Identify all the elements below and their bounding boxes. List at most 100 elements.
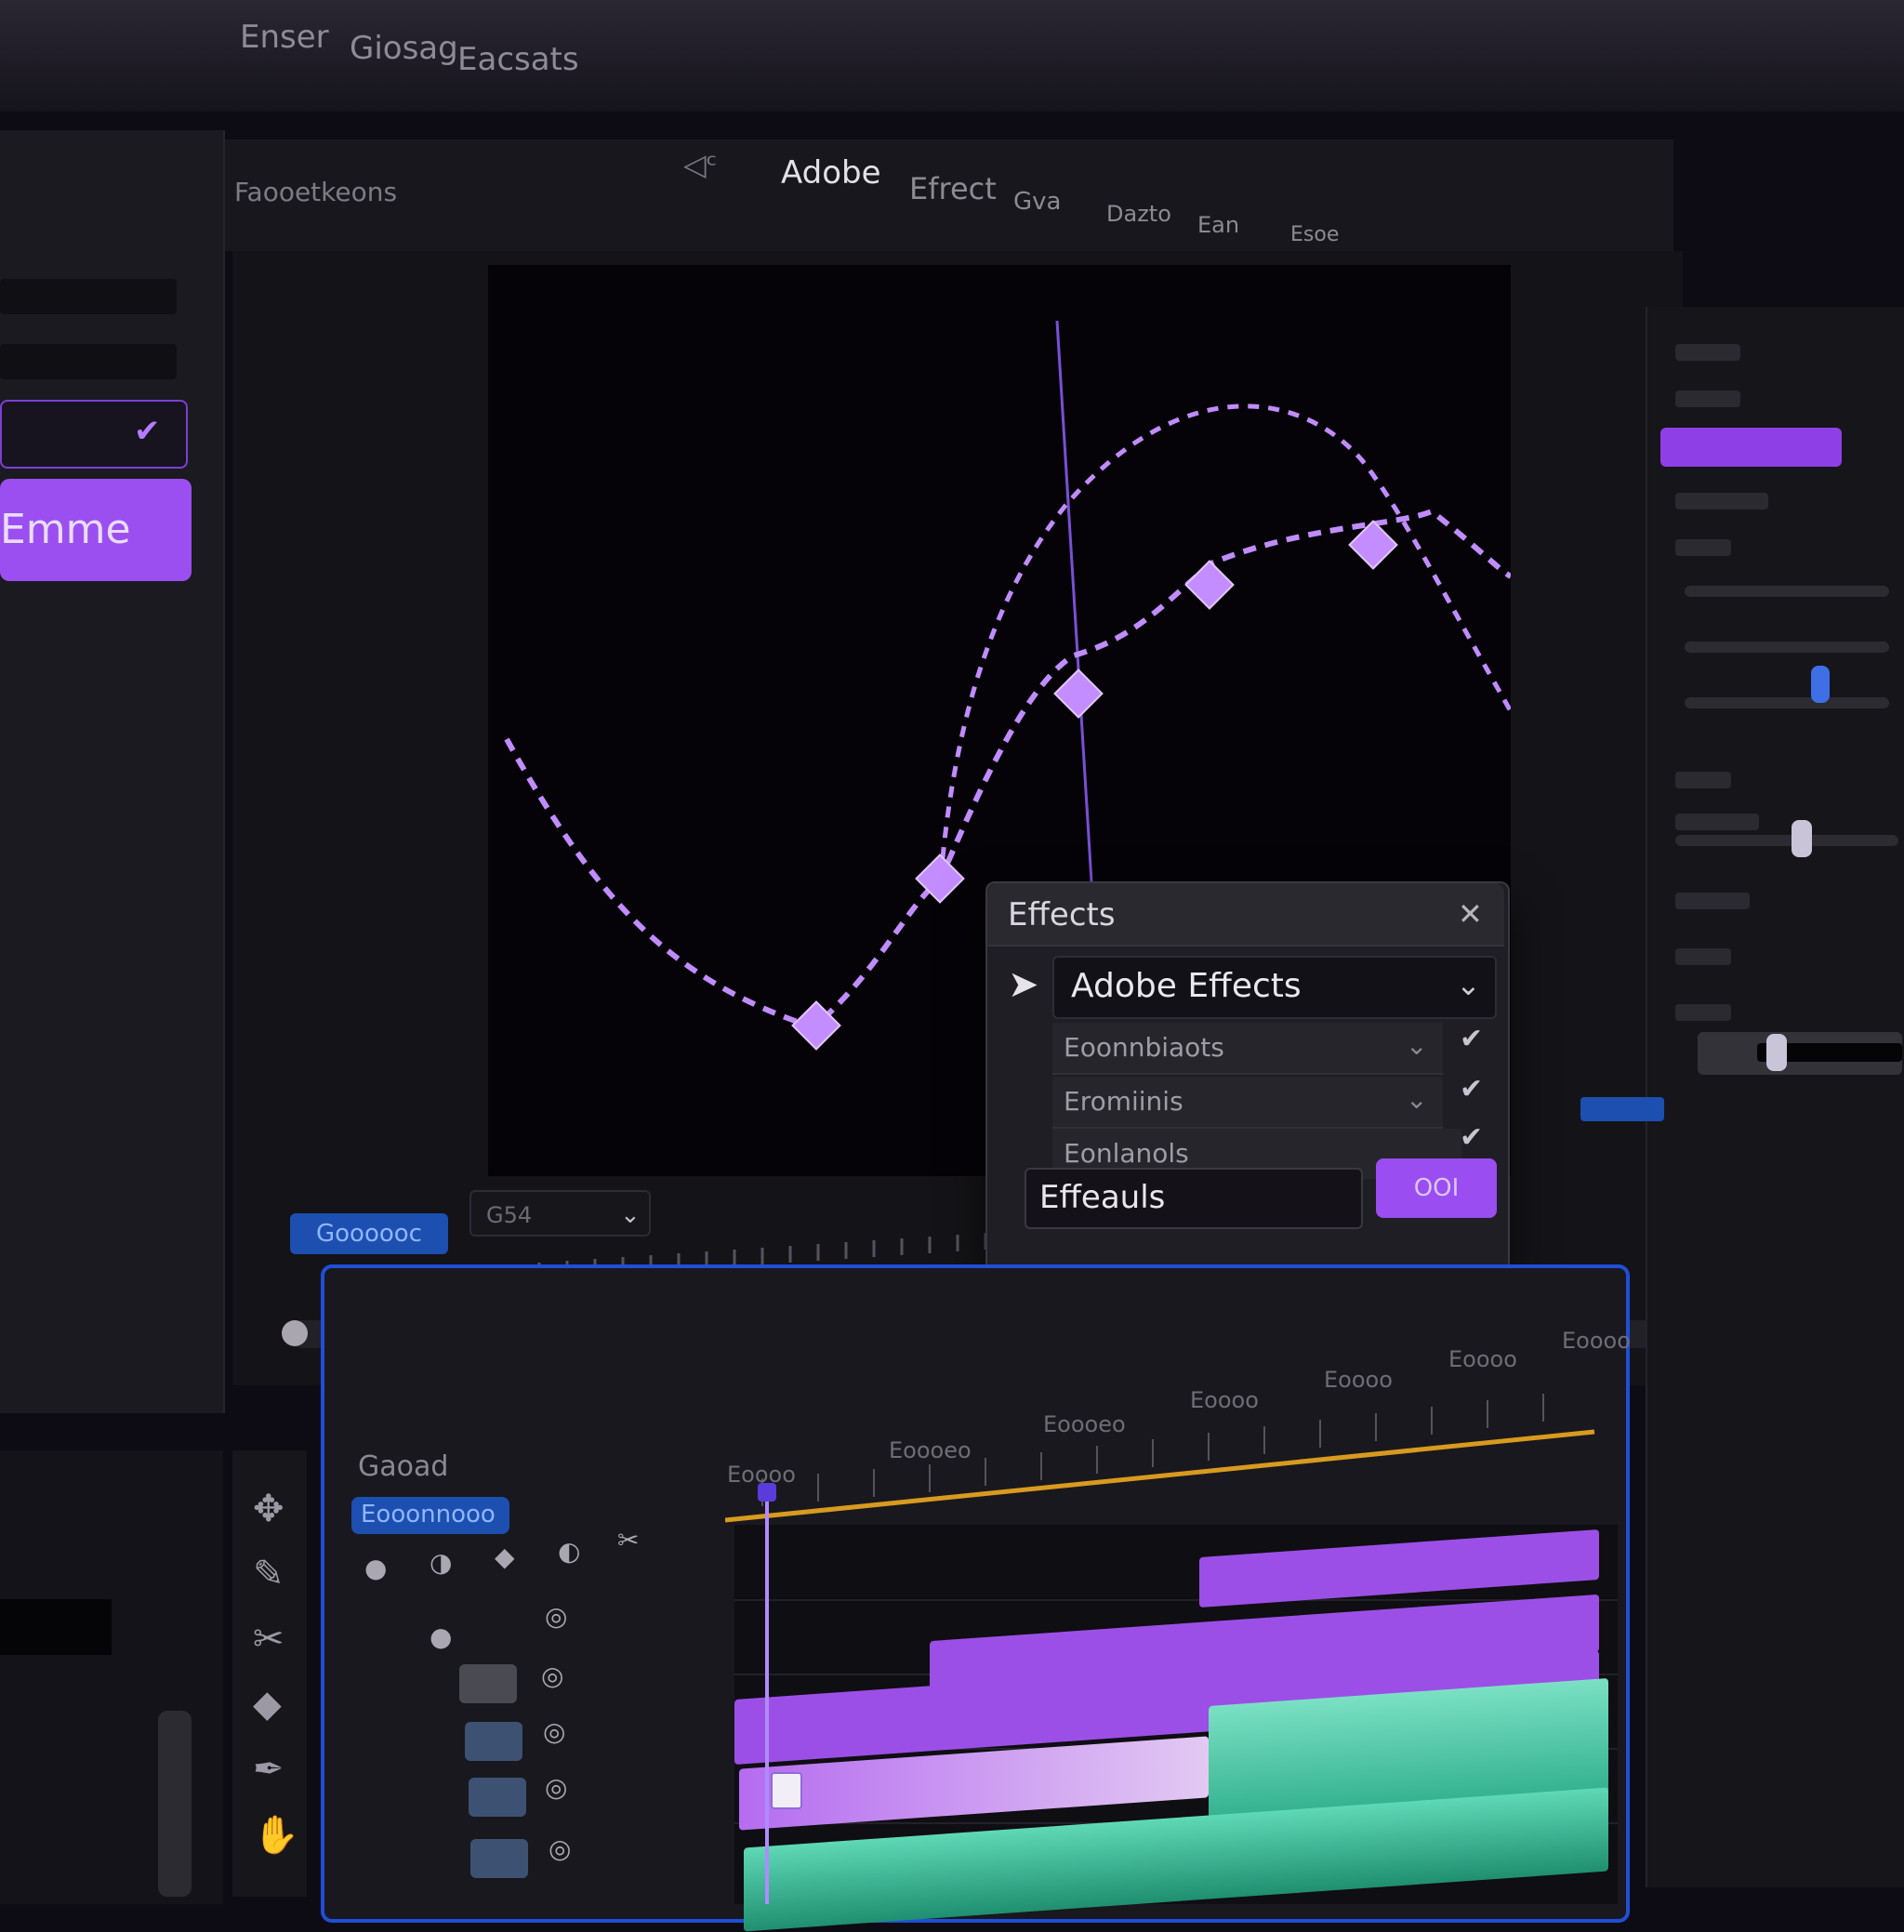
track-eye-icon[interactable]: ◎: [545, 1601, 567, 1632]
toolbar-tab-gva[interactable]: Gva: [1013, 188, 1061, 216]
property-slider[interactable]: [1685, 697, 1889, 708]
keyframe-marker: [1053, 668, 1104, 719]
effects-panel: Effects ✕ ➤ Adobe Effects ⌄ Eoonnbiaots …: [985, 881, 1510, 1276]
timecode-display[interactable]: Eooonnooo: [351, 1497, 509, 1534]
left-panel-selected-label: Emme: [0, 506, 131, 553]
add-marker-icon[interactable]: ◆: [495, 1542, 515, 1572]
linked-selection-icon[interactable]: ◑: [430, 1547, 452, 1578]
ruler-label: Eoooeo: [889, 1437, 972, 1463]
sequence-name[interactable]: Gaoad: [358, 1450, 448, 1483]
slider-handle[interactable]: [1811, 666, 1830, 703]
keyframe-marker: [791, 1000, 841, 1051]
toolbar-tab-ean[interactable]: Ean: [1197, 212, 1239, 238]
track-select-tool-icon[interactable]: ✎: [253, 1553, 284, 1595]
ruler-label: Eoooeo: [1043, 1411, 1126, 1437]
wrench-icon[interactable]: ✂: [617, 1525, 639, 1555]
panel-label: [1675, 814, 1759, 830]
track-mute-icon[interactable]: ◎: [549, 1833, 571, 1864]
toolbar-tab-dazto[interactable]: Dazto: [1106, 201, 1171, 227]
project-scrollbar[interactable]: [158, 1711, 192, 1897]
panel-label: [1675, 390, 1740, 407]
timecode-value: Eooonnooo: [361, 1501, 496, 1528]
track-header[interactable]: [465, 1722, 522, 1761]
chevron-down-icon: ⌄: [1456, 967, 1481, 1002]
project-panel: [0, 1450, 223, 1904]
panel-label: [1675, 539, 1731, 556]
zoom-badge[interactable]: Goooooc: [290, 1213, 448, 1254]
app-logo-text: Faooetkeons: [234, 177, 398, 207]
menu-item-enser[interactable]: Enser: [240, 19, 329, 56]
clip-trim-handle[interactable]: [771, 1772, 802, 1809]
panel-label: [1675, 893, 1750, 909]
track-mute-icon[interactable]: ◎: [545, 1772, 567, 1803]
slider-handle[interactable]: [1766, 1034, 1787, 1071]
project-thumbnail[interactable]: [0, 1599, 112, 1655]
track-eye-icon[interactable]: ◎: [541, 1661, 563, 1691]
effects-panel-title: Effects: [1008, 896, 1116, 933]
toolbar-tab-adobe[interactable]: Adobe: [781, 154, 881, 192]
menu-item-giosag[interactable]: Giosag: [350, 30, 458, 67]
snap-icon[interactable]: ●: [364, 1553, 387, 1583]
ruler-label: Eoooo: [1448, 1346, 1517, 1372]
playhead[interactable]: [765, 1486, 769, 1904]
top-menu: Enser Giosag Eacsats: [0, 0, 1904, 84]
effects-category-select[interactable]: Adobe Effects ⌄: [1052, 956, 1497, 1019]
effects-category-select-value: Adobe Effects: [1071, 967, 1302, 1005]
ruler-label: Eoooo: [1190, 1387, 1259, 1413]
effects-list-item[interactable]: Eoonnbiaots ⌄: [1052, 1023, 1443, 1075]
ripple-edit-tool-icon[interactable]: ✂: [253, 1618, 284, 1661]
menu-item-eacsats[interactable]: Eacsats: [457, 41, 579, 78]
effects-panel-header: Effects ✕: [987, 883, 1504, 946]
selection-tool-icon[interactable]: ✥: [253, 1488, 284, 1530]
track-divider: [734, 1599, 1618, 1601]
track-header[interactable]: [459, 1664, 517, 1703]
track-header[interactable]: [469, 1778, 526, 1817]
back-icon[interactable]: ◁ᶜ: [683, 147, 717, 182]
panel-label: [1675, 493, 1768, 509]
left-panel-dropdown[interactable]: ✔: [0, 400, 188, 469]
chevron-down-icon: ⌄: [1406, 1084, 1428, 1115]
toolbar-tab-efrect[interactable]: Efrect: [909, 171, 997, 206]
timeline-tools: ✥ ✎ ✂ ◆ ✒ ✋: [232, 1450, 307, 1897]
vertical-guide-line: [1055, 320, 1094, 898]
viewer-scrub-handle[interactable]: [282, 1320, 308, 1346]
motion-path-inner: [938, 404, 1511, 880]
panel-label: [1675, 772, 1731, 788]
property-slider[interactable]: [1685, 586, 1889, 597]
timeline-settings-icon[interactable]: ◐: [558, 1536, 580, 1567]
check-icon[interactable]: ✔: [1460, 1073, 1483, 1105]
keyframe-marker: [1184, 560, 1235, 610]
close-icon[interactable]: ✕: [1458, 896, 1483, 932]
check-icon[interactable]: ✔: [1460, 1023, 1483, 1055]
effect-controls-panel: [1646, 307, 1904, 1887]
playhead-head[interactable]: [758, 1483, 776, 1502]
track-lock-icon[interactable]: ●: [430, 1621, 452, 1652]
opacity-slider[interactable]: [1675, 835, 1898, 846]
left-panel: [0, 130, 225, 1413]
work-area-bar: [725, 1429, 1595, 1523]
chevron-down-icon: ⌄: [1406, 1030, 1428, 1061]
selected-effect-bar[interactable]: [1660, 428, 1842, 467]
left-panel-row[interactable]: [0, 279, 177, 314]
pen-tool-icon[interactable]: ✒: [253, 1748, 284, 1791]
effects-search-input[interactable]: Effeauls: [1025, 1168, 1363, 1229]
panel-label: [1675, 1004, 1731, 1021]
hand-tool-icon[interactable]: ✋: [253, 1813, 299, 1857]
track-mute-icon[interactable]: ◎: [543, 1716, 565, 1747]
razor-tool-icon[interactable]: ◆: [253, 1683, 282, 1726]
pointer-arrow-icon: ➤: [1008, 963, 1039, 1006]
property-slider[interactable]: [1685, 642, 1889, 653]
left-panel-selected-item[interactable]: Emme: [0, 479, 192, 581]
effects-list-item[interactable]: Eromiinis ⌄: [1052, 1077, 1443, 1129]
toolbar-tab-esoe[interactable]: Esoe: [1290, 223, 1339, 246]
slider-handle[interactable]: [1792, 820, 1812, 857]
panel-label: [1675, 948, 1731, 965]
effects-list-item-label: Eromiinis: [1064, 1086, 1183, 1117]
track-header[interactable]: [470, 1839, 528, 1878]
effects-apply-button[interactable]: OOI: [1376, 1158, 1497, 1218]
ruler-label: Eoooo: [1562, 1328, 1631, 1354]
check-icon[interactable]: ✔: [1460, 1121, 1483, 1154]
ruler-label: Eoooo: [1324, 1367, 1393, 1393]
blue-badge[interactable]: [1580, 1097, 1664, 1121]
left-panel-row[interactable]: [0, 344, 177, 379]
